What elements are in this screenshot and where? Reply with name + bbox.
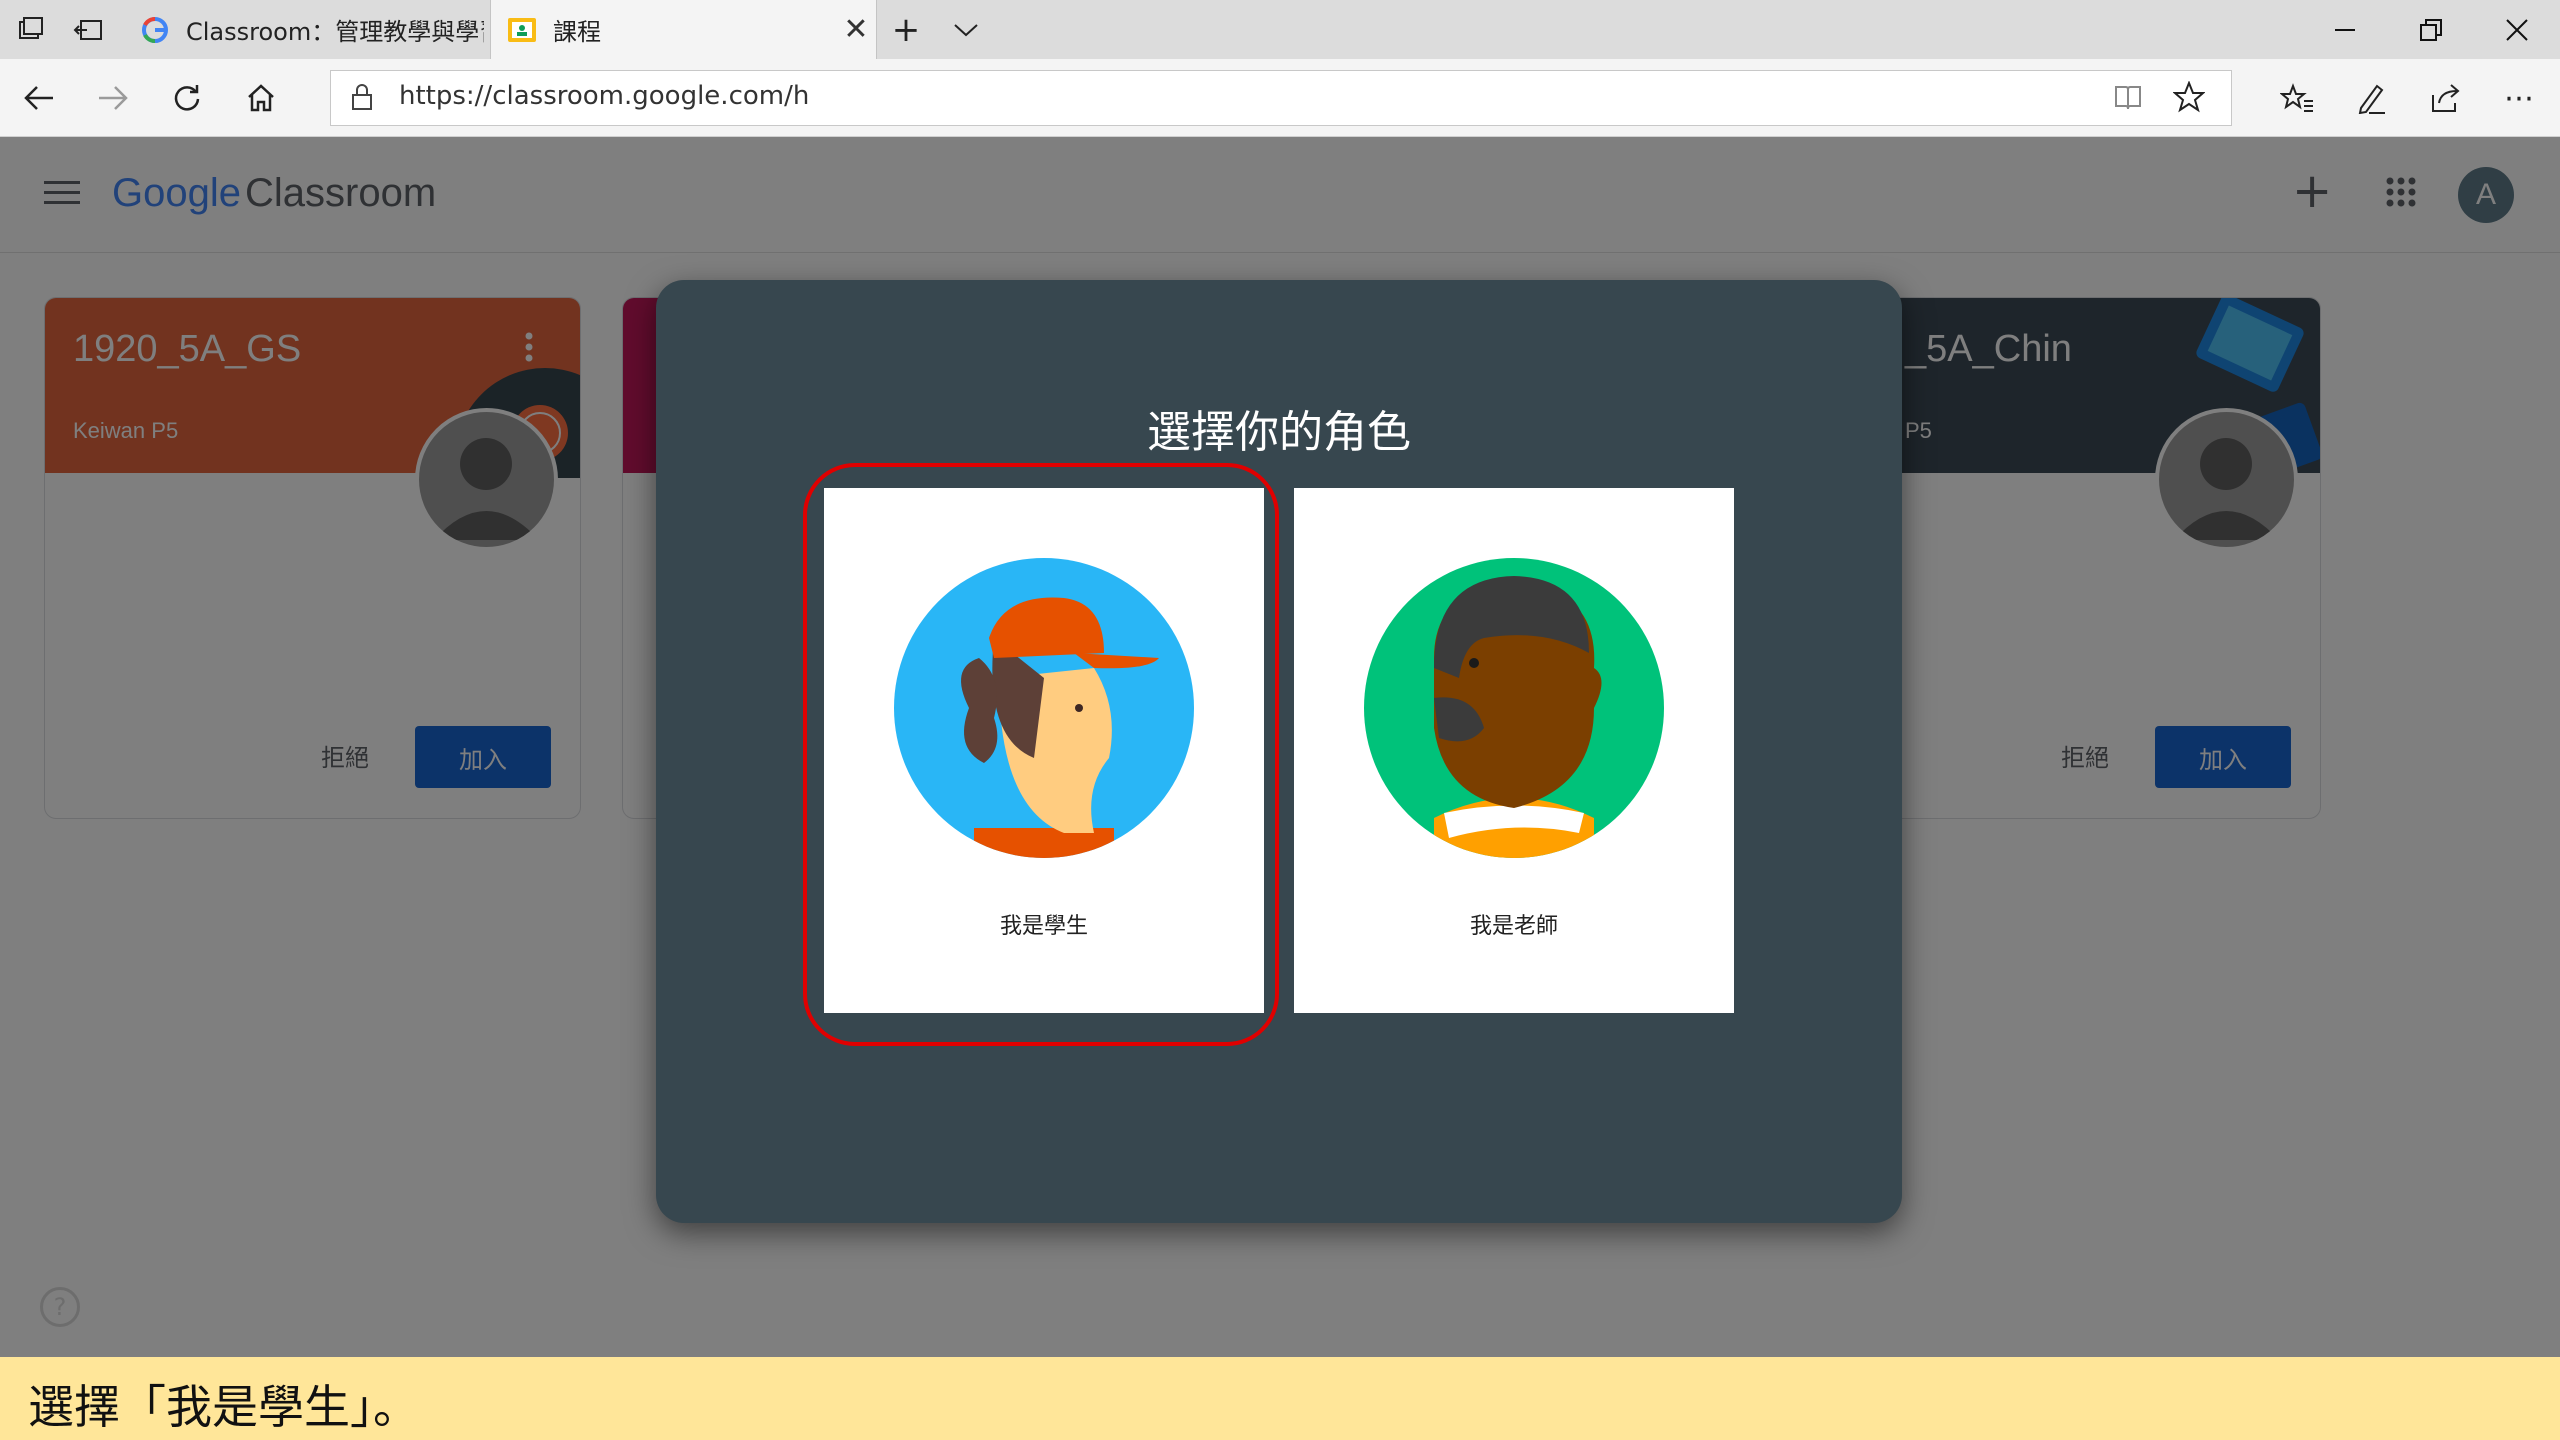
back-icon[interactable] xyxy=(14,73,64,123)
favorite-star-icon[interactable] xyxy=(2172,80,2206,117)
tab-courses[interactable]: 課程 ✕ xyxy=(490,0,877,59)
tab-actions-icon[interactable] xyxy=(12,12,48,48)
url-text: https://classroom.google.com/h xyxy=(399,81,810,111)
tab-title: Classroom：管理教學與學習 xyxy=(186,18,484,46)
caption-text: 選擇「我是學生」。 xyxy=(28,1380,419,1434)
selection-highlight xyxy=(803,463,1279,1046)
lock-icon xyxy=(351,83,373,115)
share-icon[interactable] xyxy=(2420,73,2470,123)
tab-title: 課程 xyxy=(553,18,601,46)
chevron-down-icon[interactable] xyxy=(948,12,984,48)
help-icon[interactable]: ? xyxy=(40,1287,80,1327)
classroom-icon xyxy=(505,13,539,47)
close-window-icon[interactable] xyxy=(2474,0,2560,59)
home-icon[interactable] xyxy=(236,73,286,123)
dialog-title: 選擇你的角色 xyxy=(1147,407,1411,458)
set-aside-tabs-icon[interactable] xyxy=(70,12,106,48)
teacher-label: 我是老師 xyxy=(1469,914,1558,939)
new-tab-icon[interactable]: + xyxy=(888,10,924,50)
minimize-icon[interactable] xyxy=(2302,0,2388,59)
restore-icon[interactable] xyxy=(2388,0,2474,59)
google-g-icon xyxy=(138,13,172,47)
more-icon[interactable]: ⋯ xyxy=(2494,73,2544,123)
forward-icon[interactable] xyxy=(88,73,138,123)
favorites-icon[interactable] xyxy=(2272,73,2322,123)
teacher-role-card[interactable]: 我是老師 xyxy=(1294,488,1734,1013)
instruction-caption: 選擇「我是學生」。 xyxy=(0,1357,2560,1440)
pen-icon[interactable] xyxy=(2346,73,2396,123)
reading-view-icon[interactable] xyxy=(2113,83,2143,115)
tab-classroom[interactable]: Classroom：管理教學與學習 xyxy=(124,0,484,59)
refresh-icon[interactable] xyxy=(162,73,212,123)
address-bar[interactable]: https://classroom.google.com/h xyxy=(330,70,2232,126)
browser-toolbar: https://classroom.google.com/h ⋯ xyxy=(0,59,2560,137)
close-icon[interactable]: ✕ xyxy=(836,12,876,47)
teacher-illustration xyxy=(1364,558,1664,858)
browser-tab-strip: Classroom：管理教學與學習 課程 ✕ + xyxy=(0,0,2560,59)
